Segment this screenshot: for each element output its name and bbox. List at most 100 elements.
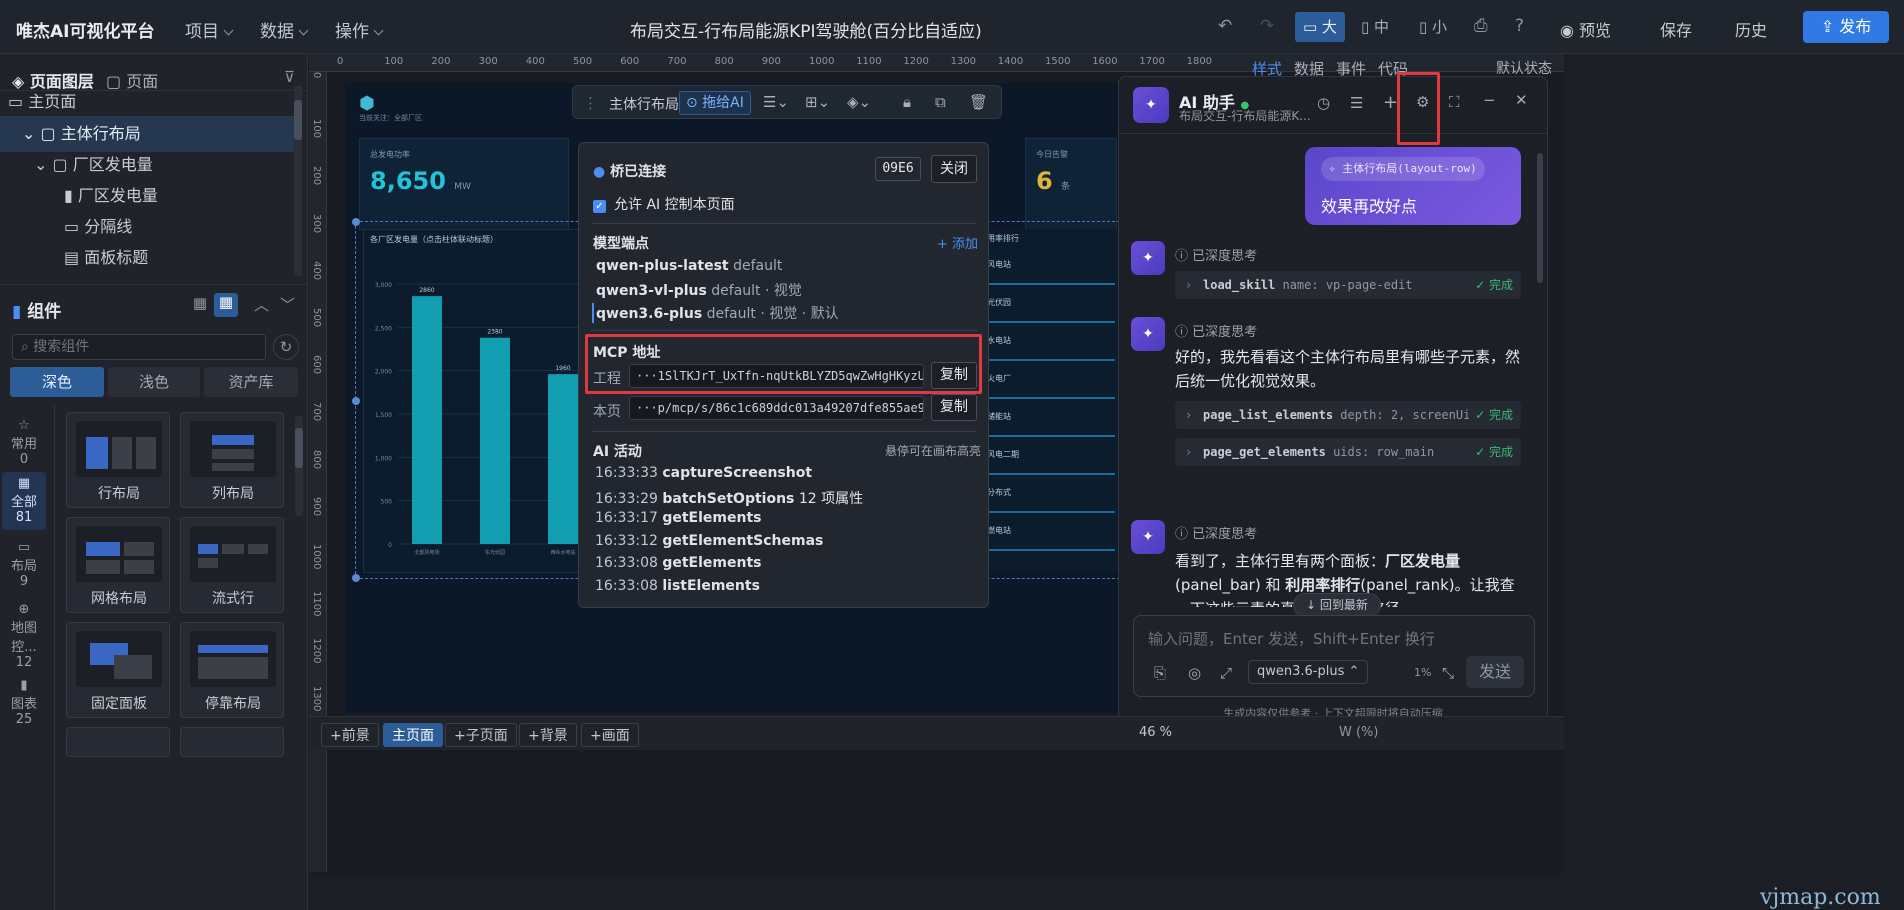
bar[interactable]	[480, 337, 510, 544]
component-card-more-1[interactable]	[66, 727, 170, 757]
model-select[interactable]: qwen3.6-plus ⌃	[1248, 660, 1369, 684]
chat-input[interactable]: 输入问题，Enter 发送，Shift+Enter 换行	[1148, 628, 1435, 649]
insert-icon[interactable]: ⊞⌄	[805, 93, 830, 111]
chat-scrollbar[interactable]	[1537, 153, 1543, 283]
size-medium-button[interactable]: ▯ 中	[1353, 12, 1397, 42]
tree-scrollbar[interactable]	[294, 86, 302, 276]
compress-icon[interactable]: ⤡	[1442, 664, 1454, 682]
resize-handle-top[interactable]	[352, 218, 360, 226]
component-card-column-layout[interactable]: 列布局	[180, 412, 284, 508]
size-large-button[interactable]: ▭ 大	[1295, 12, 1345, 42]
category-common[interactable]: ☆ 常用 0	[2, 418, 46, 470]
copy-icon[interactable]: ⧉	[935, 93, 946, 111]
undo-icon[interactable]: ↶	[1218, 16, 1232, 36]
menu-icon[interactable]: ☰	[1350, 94, 1363, 112]
size-small-button[interactable]: ▯ 小	[1411, 12, 1455, 42]
mcp-page-url-field[interactable]: ···p/mcp/s/86c1c689ddc013a49207dfe855ae9…	[629, 396, 924, 420]
component-card-fixed-panel[interactable]: 固定面板	[66, 622, 170, 718]
rank-item[interactable]: 水电站	[987, 325, 1115, 361]
expand-down-icon[interactable]: ﹀	[280, 294, 295, 315]
rank-item[interactable]: 燃电站	[987, 515, 1115, 551]
category-map[interactable]: ⊕ 地图控... 12	[2, 602, 46, 670]
activity-item[interactable]: 16:33:12 getElementSchemas	[595, 533, 823, 549]
asset-library-tab[interactable]: 资产库	[204, 367, 298, 397]
rank-item[interactable]: 光伏园	[987, 287, 1115, 323]
close-bridge-button[interactable]: 关闭	[931, 155, 977, 183]
resize-handle-bottom[interactable]	[352, 574, 360, 582]
collapse-up-icon[interactable]: ︿	[254, 294, 269, 315]
preview-button[interactable]: ◉ 预览	[1560, 17, 1611, 41]
drag-to-ai-button[interactable]: ⊙ 拖给AI	[679, 91, 751, 115]
tool-call[interactable]: › page_list_elements depth: 2, screenUid:…	[1175, 401, 1521, 429]
kpi-card-alarms[interactable]: 今日告警 6 条	[1025, 138, 1117, 230]
component-card-more-2[interactable]	[180, 727, 284, 757]
list-view-icon[interactable]: ▦	[214, 293, 238, 317]
panel-rank[interactable]: 用率排行 风电站 光伏园 水电站 火电厂 储能站 风电二期 分布式 燃电站	[983, 229, 1120, 573]
help-icon[interactable]: ?	[1515, 16, 1524, 36]
add-model-link[interactable]: + 添加	[937, 233, 978, 252]
expand-icon[interactable]: ⤢	[1220, 664, 1232, 682]
resize-handle-mid[interactable]	[352, 397, 360, 405]
rank-item[interactable]: 分布式	[987, 477, 1115, 513]
close-icon[interactable]: ✕	[1515, 91, 1528, 109]
publish-button[interactable]: ⇪ 发布	[1803, 11, 1889, 43]
component-search-input[interactable]: ⌕ 搜索组件	[12, 334, 266, 360]
tool-call[interactable]: › page_get_elements uids: row_main ✓ 完成	[1175, 438, 1521, 466]
drag-handle-icon[interactable]: ⋮	[583, 94, 598, 112]
grid-view-icon[interactable]: ▦	[188, 294, 212, 318]
fullscreen-icon[interactable]: ⛶	[1449, 93, 1460, 111]
add-screen-button[interactable]: +画面	[581, 723, 639, 747]
activity-item[interactable]: 16:33:17 getElements	[595, 510, 762, 526]
component-card-row-layout[interactable]: 行布局	[66, 412, 170, 508]
back-to-latest-button[interactable]: ↓ 回到最新	[1293, 593, 1381, 617]
context-chip[interactable]: ✧ 主体行布局(layout-row)	[1321, 157, 1485, 181]
attach-icon[interactable]: ⎘	[1154, 664, 1166, 682]
rank-item[interactable]: 风电站	[987, 249, 1115, 285]
tree-item-main-page[interactable]: ▭ 主页面	[0, 84, 296, 120]
menu-operate[interactable]: 操作	[335, 17, 384, 42]
activity-item[interactable]: 16:33:29 batchSetOptions 12 项属性	[595, 488, 863, 508]
category-chart[interactable]: ▮ 图表 25	[2, 678, 46, 730]
model-item[interactable]: qwen-plus-latest default	[596, 258, 782, 274]
activity-item[interactable]: 16:33:08 getElements	[595, 555, 762, 571]
delete-icon[interactable]: 🗑︎	[969, 93, 988, 111]
add-foreground-button[interactable]: +前景	[321, 723, 379, 747]
rank-item[interactable]: 风电二期	[987, 439, 1115, 475]
component-scrollbar[interactable]	[295, 416, 303, 516]
category-all[interactable]: ▦ 全部 81	[2, 472, 46, 530]
thought-label[interactable]: ⓘ 已深度思考	[1175, 523, 1257, 542]
rank-item[interactable]: 储能站	[987, 401, 1115, 437]
thought-label[interactable]: ⓘ 已深度思考	[1175, 245, 1257, 264]
allow-ai-control-checkbox[interactable]: ✓ 允许 AI 控制本页面	[593, 194, 735, 214]
zoom-level[interactable]: 46 %	[1139, 725, 1172, 740]
refresh-icon[interactable]: ↻	[273, 334, 299, 360]
component-card-flow-row[interactable]: 流式行	[180, 517, 284, 613]
bar[interactable]	[412, 296, 442, 544]
history-button[interactable]: 历史	[1735, 17, 1767, 41]
new-chat-icon[interactable]: +	[1383, 92, 1398, 113]
minimize-icon[interactable]: −	[1483, 91, 1496, 109]
menu-data[interactable]: 数据	[260, 17, 309, 42]
camera-icon[interactable]: ◎	[1188, 664, 1201, 682]
model-item-default[interactable]: qwen3.6-plus default · 视觉 · 默认	[592, 303, 839, 323]
redo-icon[interactable]: ↷	[1260, 16, 1274, 36]
rank-item[interactable]: 火电厂	[987, 363, 1115, 399]
bar[interactable]	[548, 374, 578, 544]
main-page-button[interactable]: 主页面	[383, 723, 443, 747]
add-background-button[interactable]: +背景	[519, 723, 577, 747]
copy-page-url-button[interactable]: 复制	[931, 394, 977, 421]
add-subpage-button[interactable]: +子页面	[445, 723, 517, 747]
component-card-dock-layout[interactable]: 停靠布局	[180, 622, 284, 718]
tool-call[interactable]: › load_skill name: vp-page-edit ✓ 完成	[1175, 271, 1521, 299]
thought-label[interactable]: ⓘ 已深度思考	[1175, 321, 1257, 340]
theme-dark-tab[interactable]: 深色	[10, 367, 104, 397]
tree-item-panel-title[interactable]: ▤ 面板标题	[0, 240, 296, 276]
activity-item[interactable]: 16:33:33 captureScreenshot	[595, 465, 812, 481]
component-card-grid-layout[interactable]: 网格布局	[66, 517, 170, 613]
device-icon[interactable]: ⎙	[1474, 16, 1488, 36]
history-icon[interactable]: ◷	[1317, 94, 1330, 112]
theme-light-tab[interactable]: 浅色	[108, 367, 200, 397]
activity-item[interactable]: 16:33:08 listElements	[595, 578, 760, 594]
send-button[interactable]: 发送	[1466, 656, 1524, 688]
model-item[interactable]: qwen3-vl-plus default · 视觉	[596, 280, 802, 300]
